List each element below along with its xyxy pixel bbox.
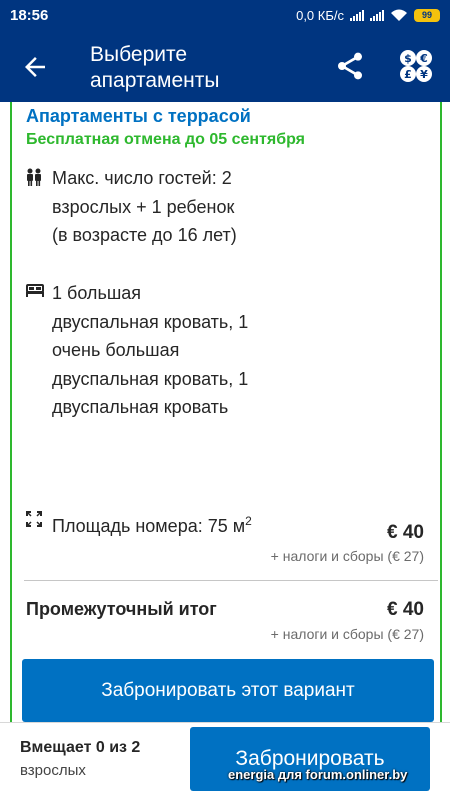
network-speed: 0,0 КБ/с	[296, 7, 344, 23]
page-title: Выберите апартаменты	[90, 43, 220, 92]
feature-bed: 1 большая двуспальная кровать, 1 очень б…	[26, 279, 252, 422]
room-size-value: Площадь номера: 75 м	[52, 516, 246, 536]
feature-guests: Макс. число гостей: 2 взрослых + 1 ребен…	[26, 164, 252, 250]
signal-icon	[350, 9, 364, 21]
subtotal-label: Промежуточный итог	[26, 599, 217, 619]
room-size-unit-exponent: 2	[245, 514, 252, 528]
room-card: Апартаменты с террасой Бесплатная отмена…	[10, 102, 442, 722]
signal-icon	[370, 9, 384, 21]
feature-guests-text: Макс. число гостей: 2 взрослых + 1 ребен…	[52, 168, 237, 246]
feature-bed-text: 1 большая двуспальная кровать, 1 очень б…	[52, 283, 249, 418]
svg-text:$: $	[404, 52, 412, 65]
status-bar: 18:56 0,0 КБ/с 99	[0, 0, 450, 30]
bottom-bar: Вмещает 0 из 2 взрослых Забронировать	[0, 722, 450, 800]
room-price: € 40	[387, 522, 424, 543]
bed-icon	[26, 284, 44, 297]
feature-room-size-text: Площадь номера: 75 м2	[52, 507, 252, 541]
svg-text:£: £	[404, 68, 412, 81]
feature-room-size: Площадь номера: 75 м2	[26, 507, 252, 541]
room-title[interactable]: Апартаменты с террасой	[26, 106, 251, 127]
status-time: 18:56	[10, 6, 49, 24]
back-arrow-icon[interactable]	[20, 52, 50, 82]
svg-text:€: €	[419, 52, 428, 65]
status-indicators: 0,0 КБ/с 99	[296, 8, 440, 23]
occupancy-unit: взрослых	[20, 762, 86, 779]
room-taxes: + налоги и сборы (€ 27)	[270, 548, 424, 564]
subtotal-taxes: + налоги и сборы (€ 27)	[270, 626, 424, 642]
room-size-icon	[26, 511, 42, 527]
wifi-icon	[391, 9, 407, 21]
guests-icon	[27, 168, 41, 186]
svg-text:¥: ¥	[420, 68, 428, 81]
share-icon[interactable]	[334, 50, 366, 82]
divider	[24, 580, 438, 581]
app-bar: Выберите апартаменты $ € £ ¥	[0, 30, 450, 102]
occupancy-summary: Вмещает 0 из 2	[20, 739, 141, 756]
free-cancellation: Бесплатная отмена до 05 сентября	[26, 131, 305, 148]
subtotal-price: € 40	[387, 599, 424, 620]
book-this-option-button[interactable]: Забронировать этот вариант	[22, 659, 434, 722]
currency-icon[interactable]: $ € £ ¥	[398, 48, 434, 84]
watermark: energia для forum.onliner.by	[228, 767, 408, 782]
battery-icon: 99	[414, 8, 440, 22]
